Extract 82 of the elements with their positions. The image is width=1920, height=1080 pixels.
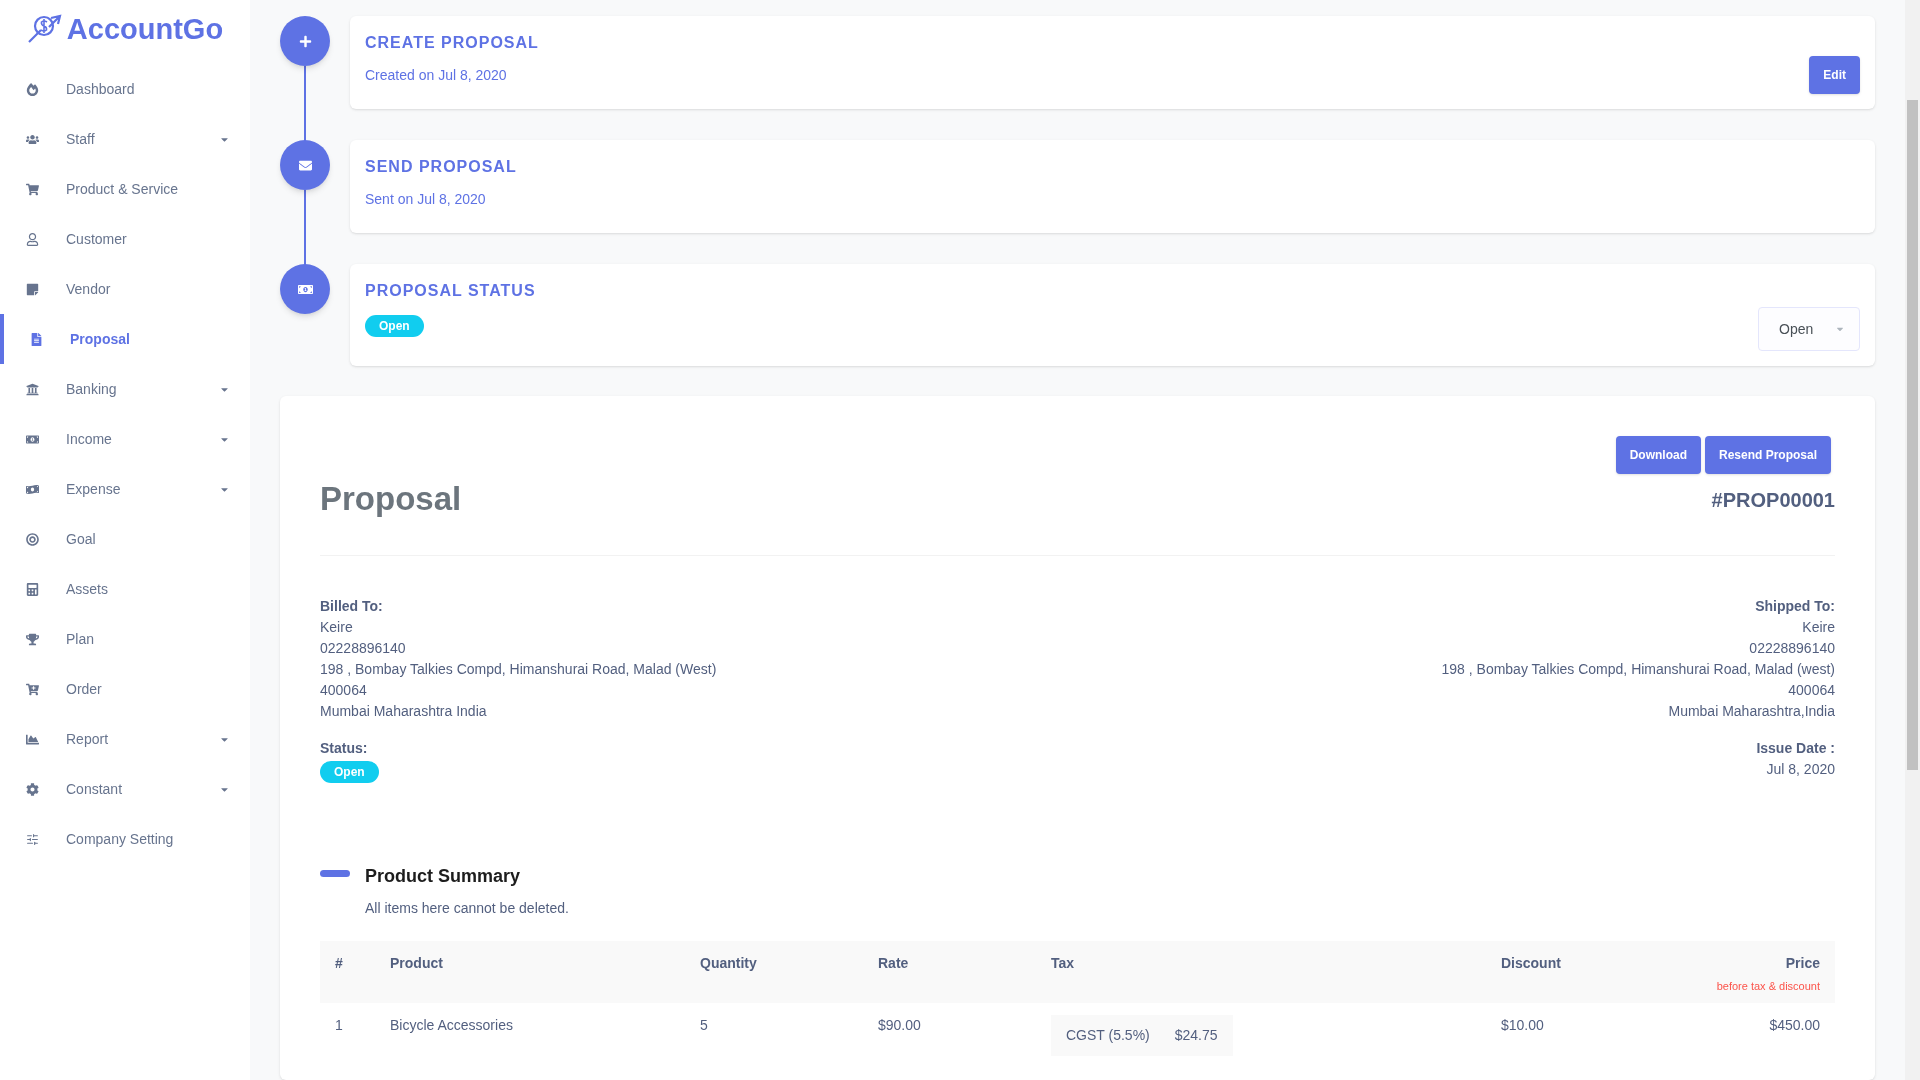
plus-icon <box>298 34 312 48</box>
sidebar-item[interactable]: Dashboard <box>0 64 250 114</box>
cart-icon <box>26 182 39 196</box>
address-line: 198 , Bombay Talkies Compd, Himanshurai Road, Malad (west) <box>1441 660 1835 679</box>
address-label: Billed To: <box>320 597 384 616</box>
column-header: # <box>335 955 343 971</box>
flame-icon <box>26 82 39 96</box>
sidebar-item[interactable]: Customer <box>0 214 250 264</box>
sidebar-item[interactable]: Assets <box>0 564 250 614</box>
note-icon <box>26 282 39 296</box>
sidebar-item[interactable]: Product & Service <box>0 164 250 214</box>
bank-icon <box>26 382 39 396</box>
status-badge: Open <box>365 315 424 337</box>
table-cell-text: $10.00 <box>1501 1016 1545 1035</box>
section-title: Product Summary <box>365 865 521 888</box>
timeline-title: SEND PROPOSAL <box>365 157 517 177</box>
address-line: Mumbai Maharashtra,India <box>1668 702 1835 721</box>
sidebar-item[interactable]: Plan <box>0 614 250 664</box>
table-cell-text: Bicycle Accessories <box>390 1016 514 1035</box>
price-note: before tax & discount <box>1716 979 1820 994</box>
table-cell-text: 5 <box>700 1016 709 1035</box>
sidebar-item[interactable]: Vendor <box>0 264 250 314</box>
timeline-title: CREATE PROPOSAL <box>365 33 539 53</box>
issue-date: Jul 8, 2020 <box>1766 760 1835 779</box>
target-icon <box>26 532 39 546</box>
column-header: Discount <box>1501 955 1561 971</box>
trophy-icon <box>26 632 39 646</box>
proposal-title: Proposal <box>320 482 462 515</box>
scrollbar[interactable] <box>1905 0 1920 1080</box>
status-label: Status: <box>320 739 369 758</box>
address-line: 02228896140 <box>320 639 407 658</box>
logo-icon <box>26 14 63 44</box>
logo-text: AccountGo <box>66 14 224 44</box>
user-icon <box>26 232 39 246</box>
area-chart-icon <box>26 732 39 746</box>
sidebar-item[interactable]: Constant <box>0 764 250 814</box>
timeline-date: Created on Jul 8, 2020 <box>365 66 508 85</box>
sidebar-item[interactable]: Goal <box>0 514 250 564</box>
proposal-number: #PROP00001 <box>1711 488 1835 513</box>
column-header: Rate <box>878 955 909 971</box>
column-header: Price <box>1785 954 1820 973</box>
column-header: Product <box>390 955 443 971</box>
section-note: All items here cannot be deleted. <box>364 899 570 918</box>
column-header: Tax <box>1051 955 1075 971</box>
sliders-icon <box>26 832 39 846</box>
users-icon <box>26 132 39 146</box>
sidebar-item[interactable]: Banking <box>0 364 250 414</box>
envelope-icon <box>298 158 312 172</box>
edit-button[interactable]: Edit <box>1809 56 1860 94</box>
cart-plus-icon <box>26 682 39 696</box>
address-line: Keire <box>320 618 354 637</box>
table-cell-text: 1 <box>335 1016 344 1035</box>
timeline-title: PROPOSAL STATUS <box>365 281 536 301</box>
table-cell-text: $450.00 <box>1768 1016 1820 1035</box>
sidebar-item[interactable]: Proposal <box>0 314 250 364</box>
address-line: Mumbai Maharashtra India <box>320 702 488 721</box>
status-badge: Open <box>320 761 379 783</box>
tax-chip: CGST (5.5%) $24.75 <box>1051 1015 1233 1056</box>
column-header: Quantity <box>700 955 757 971</box>
address-line: Keire <box>1802 618 1835 637</box>
address-line: 198 , Bombay Talkies Compd, Himanshurai Road, Malad (West) <box>320 660 717 679</box>
resend-button[interactable]: Resend Proposal <box>1704 436 1831 474</box>
section-marker <box>320 870 350 877</box>
document-icon <box>30 332 43 346</box>
sidebar-item[interactable]: Income <box>0 414 250 464</box>
money-icon <box>26 482 39 496</box>
address-line: 02228896140 <box>1749 639 1835 658</box>
sidebar-item[interactable]: Expense <box>0 464 250 514</box>
sidebar-item[interactable]: Staff <box>0 114 250 164</box>
address-line: 400064 <box>320 681 368 700</box>
address-line: 400064 <box>1788 681 1835 700</box>
calculator-icon <box>26 582 39 596</box>
settings-icon <box>26 782 39 796</box>
timeline-date: Sent on Jul 8, 2020 <box>365 190 487 209</box>
issue-date-label: Issue Date : <box>1756 739 1835 758</box>
address-label: Shipped To: <box>1755 597 1835 616</box>
status-select[interactable]: Open <box>1758 307 1860 351</box>
sidebar-item[interactable]: Company Setting <box>0 814 250 864</box>
table-cell-text: $90.00 <box>878 1016 922 1035</box>
sidebar-item[interactable]: Order <box>0 664 250 714</box>
download-button[interactable]: Download <box>1615 436 1701 474</box>
sidebar-item[interactable]: Report <box>0 714 250 764</box>
